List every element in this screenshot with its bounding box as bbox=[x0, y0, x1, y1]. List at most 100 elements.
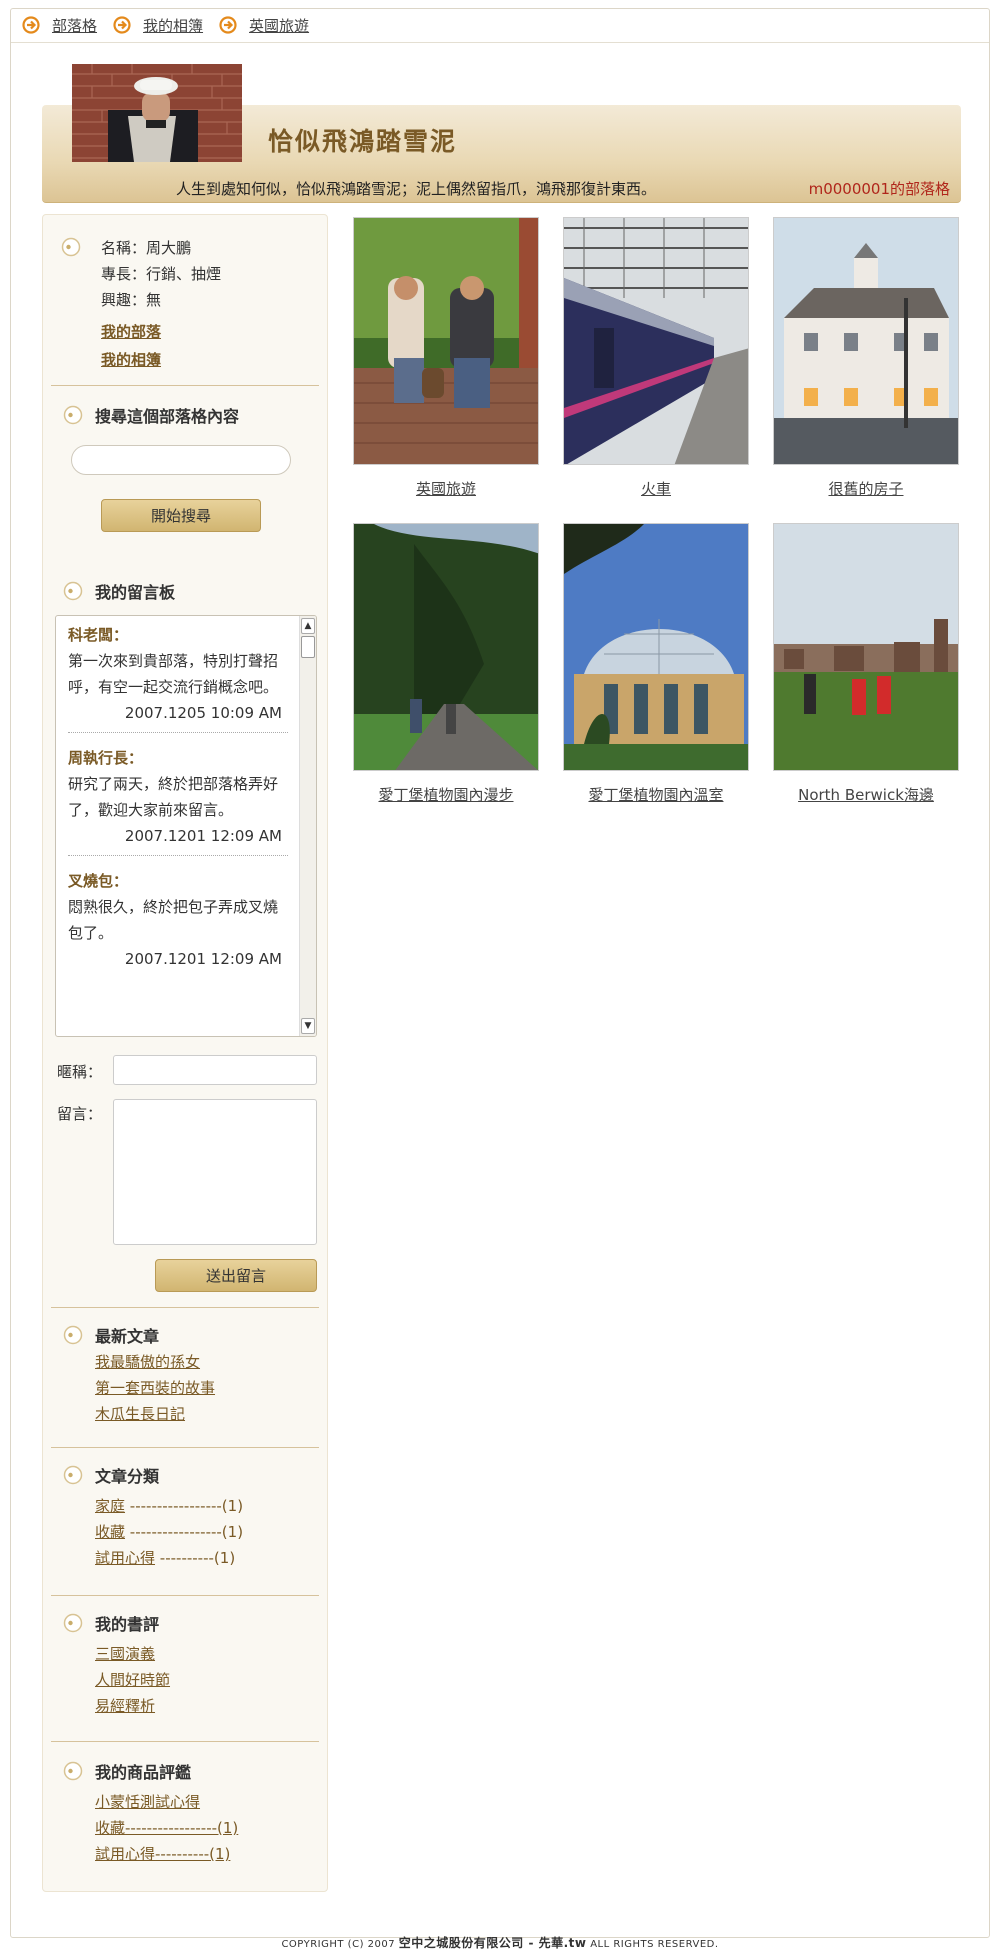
guestbook-time: 2007.1201 12:09 AM bbox=[124, 950, 282, 968]
nickname-label: 暱稱： bbox=[57, 1063, 103, 1081]
category-link[interactable]: 試用心得 ----------(1) bbox=[95, 1547, 235, 1568]
latest-title: 最新文章 bbox=[95, 1327, 160, 1346]
top-navigation: 部落格 我的相簿 英國旅遊 bbox=[22, 12, 325, 38]
book-review-link[interactable]: 人間好時節 bbox=[95, 1669, 170, 1690]
guestbook-time: 2007.1205 10:09 AM bbox=[124, 704, 282, 722]
message-label: 留言： bbox=[57, 1105, 103, 1123]
arrow-right-icon bbox=[113, 16, 131, 34]
profile-specialty: 專長：行銷、抽煙 bbox=[101, 265, 222, 283]
category-link[interactable]: 收藏 -----------------(1) bbox=[95, 1521, 243, 1542]
circle-bullet-icon bbox=[63, 1465, 83, 1485]
photo-uk-travel bbox=[354, 218, 538, 464]
product-review-link[interactable]: 小蒙恬測試心得 bbox=[95, 1791, 200, 1812]
guestbook-entries: 科老闆： 第一次來到貴部落，特別打聲招呼，有空一起交流行銷概念吧。 2007.1… bbox=[56, 616, 296, 1036]
circle-bullet-icon bbox=[63, 1761, 83, 1781]
scroll-up-icon[interactable]: ▲ bbox=[301, 618, 315, 634]
guestbook-list[interactable]: 科老闆： 第一次來到貴部落，特別打聲招呼，有空一起交流行銷概念吧。 2007.1… bbox=[55, 615, 317, 1037]
product-review-link[interactable]: 收藏-----------------(1) bbox=[95, 1817, 238, 1838]
photo-botanic-walk bbox=[354, 524, 538, 770]
guestbook-text: 第一次來到貴部落，特別打聲招呼，有空一起交流行銷概念吧。 bbox=[68, 652, 279, 696]
photo-thumbnail[interactable] bbox=[563, 217, 749, 465]
photo-caption[interactable]: 愛丁堡植物園內漫步 bbox=[341, 784, 551, 805]
guestbook-entry: 周執行長： 研究了兩天，終於把部落格弄好了，歡迎大家前來留言。 2007.120… bbox=[68, 745, 288, 856]
reviews-title: 我的商品評鑑 bbox=[95, 1763, 192, 1782]
nav-item-album[interactable]: 我的相簿 bbox=[113, 15, 203, 36]
blog-title: 恰似飛鴻踏雪泥 bbox=[268, 127, 458, 156]
circle-bullet-icon bbox=[63, 1325, 83, 1345]
circle-bullet-icon bbox=[63, 581, 83, 601]
blog-motto: 人生到處知何似，恰似飛鴻踏雪泥；泥上偶然留指爪，鴻飛那復計東西。 bbox=[176, 180, 657, 198]
arrow-right-icon bbox=[219, 16, 237, 34]
scroll-down-icon[interactable]: ▼ bbox=[301, 1018, 315, 1034]
latest-section-header: 最新文章 bbox=[63, 1323, 159, 1347]
guestbook-author: 科老闆： bbox=[68, 626, 129, 644]
product-review-link[interactable]: 試用心得----------(1) bbox=[95, 1843, 230, 1864]
photo-caption[interactable]: 愛丁堡植物園內溫室 bbox=[551, 784, 761, 805]
photo-thumbnail[interactable] bbox=[773, 217, 959, 465]
photo-caption[interactable]: North Berwick海邊 bbox=[761, 784, 971, 805]
guestbook-title: 我的留言板 bbox=[95, 583, 176, 602]
my-blog-link[interactable]: 我的部落 bbox=[101, 321, 161, 342]
search-title: 搜尋這個部落格內容 bbox=[95, 407, 240, 426]
latest-article-link[interactable]: 木瓜生長日記 bbox=[95, 1403, 185, 1424]
search-section-header: 搜尋這個部落格內容 bbox=[63, 403, 239, 427]
photo-glasshouse bbox=[564, 524, 748, 770]
nav-label: 我的相簿 bbox=[143, 16, 204, 35]
photo-north-berwick bbox=[774, 524, 958, 770]
footer-copyright: COPYRIGHT (C) 2007 bbox=[281, 1939, 396, 1950]
photo-thumbnail[interactable] bbox=[563, 523, 749, 771]
guestbook-section-header: 我的留言板 bbox=[63, 579, 175, 603]
message-textarea[interactable] bbox=[113, 1099, 317, 1245]
guestbook-scrollbar[interactable]: ▲ ▼ bbox=[299, 616, 316, 1036]
latest-article-link[interactable]: 第一套西裝的故事 bbox=[95, 1377, 215, 1398]
photo-caption[interactable]: 英國旅遊 bbox=[341, 478, 551, 499]
section-divider bbox=[51, 385, 319, 386]
search-button[interactable]: 開始搜尋 bbox=[101, 499, 261, 532]
photo-caption[interactable]: 火車 bbox=[551, 478, 761, 499]
circle-bullet-icon bbox=[63, 405, 83, 425]
sidebar: 名稱：周大鵬 專長：行銷、抽煙 興趣：無 我的部落 我的相簿 搜尋這個部落格內容… bbox=[42, 214, 328, 1892]
avatar-photo bbox=[72, 64, 242, 162]
my-album-link[interactable]: 我的相簿 bbox=[101, 349, 161, 370]
photo-thumbnail[interactable] bbox=[353, 523, 539, 771]
nav-divider bbox=[11, 42, 989, 43]
nav-label: 部落格 bbox=[52, 16, 98, 35]
section-divider bbox=[51, 1741, 319, 1742]
footer: COPYRIGHT (C) 2007 空中之城股份有限公司 - 先華.tw AL… bbox=[0, 1934, 1000, 1951]
nav-label: 英國旅遊 bbox=[249, 16, 310, 35]
nav-item-uk-travel[interactable]: 英國旅遊 bbox=[219, 15, 309, 36]
photo-train bbox=[564, 218, 748, 464]
photo-thumbnail[interactable] bbox=[353, 217, 539, 465]
categories-title: 文章分類 bbox=[95, 1467, 160, 1486]
photo-caption[interactable]: 很舊的房子 bbox=[761, 478, 971, 499]
section-divider bbox=[51, 1447, 319, 1448]
guestbook-entry: 叉燒包： 悶熟很久，終於把包子弄成叉燒包了。 2007.1201 12:09 A… bbox=[68, 868, 288, 978]
circle-bullet-icon bbox=[63, 1613, 83, 1633]
latest-article-link[interactable]: 我最驕傲的孫女 bbox=[95, 1351, 200, 1372]
arrow-right-icon bbox=[22, 16, 40, 34]
guestbook-text: 悶熟很久，終於把包子弄成叉燒包了。 bbox=[68, 898, 279, 942]
nickname-input[interactable] bbox=[113, 1055, 317, 1085]
profile-name: 名稱：周大鵬 bbox=[101, 239, 192, 257]
blog-owner: m0000001的部落格 bbox=[808, 180, 950, 198]
photo-thumbnail[interactable] bbox=[773, 523, 959, 771]
avatar bbox=[72, 64, 242, 162]
search-input[interactable] bbox=[71, 445, 291, 475]
guestbook-author: 叉燒包： bbox=[68, 872, 129, 890]
photo-old-house bbox=[774, 218, 958, 464]
submit-message-button[interactable]: 送出留言 bbox=[155, 1259, 317, 1292]
guestbook-author: 周執行長： bbox=[68, 749, 144, 767]
section-divider bbox=[51, 1307, 319, 1308]
guestbook-time: 2007.1201 12:09 AM bbox=[124, 827, 282, 845]
categories-section-header: 文章分類 bbox=[63, 1463, 159, 1487]
book-review-link[interactable]: 三國演義 bbox=[95, 1643, 155, 1664]
nav-item-blog[interactable]: 部落格 bbox=[22, 15, 97, 36]
section-divider bbox=[51, 1595, 319, 1596]
category-link[interactable]: 家庭 -----------------(1) bbox=[95, 1495, 243, 1516]
reviews-section-header: 我的商品評鑑 bbox=[63, 1759, 191, 1783]
book-review-link[interactable]: 易經釋析 bbox=[95, 1695, 155, 1716]
circle-bullet-icon bbox=[61, 237, 81, 257]
guestbook-text: 研究了兩天，終於把部落格弄好了，歡迎大家前來留言。 bbox=[68, 775, 279, 819]
books-section-header: 我的書評 bbox=[63, 1611, 159, 1635]
scrollbar-thumb[interactable] bbox=[301, 636, 315, 658]
